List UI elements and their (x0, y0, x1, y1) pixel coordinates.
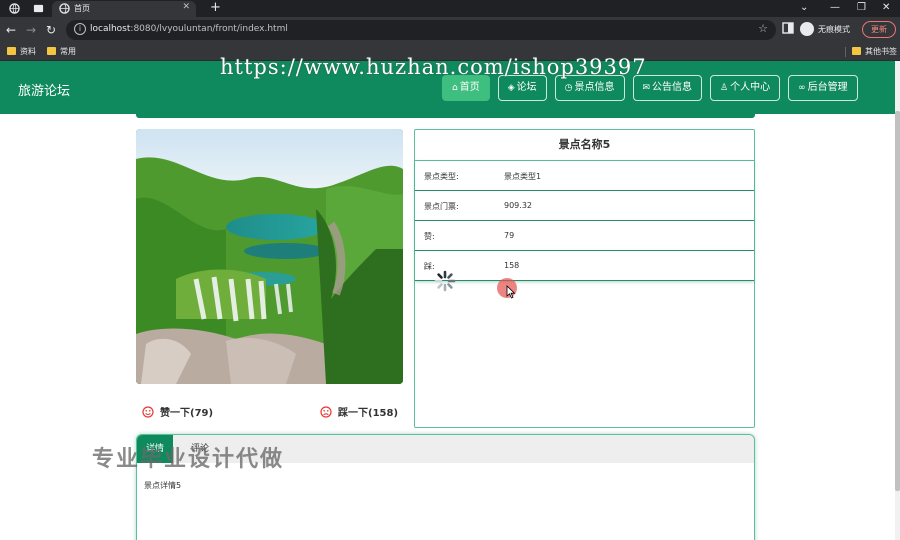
info-row-likes: 赞: 79 (415, 221, 754, 251)
scrollbar[interactable] (895, 61, 900, 540)
address-bar[interactable]: i localhost:8080/lvyouluntan/front/index… (66, 20, 776, 40)
bookmark-folder[interactable]: 资料 (7, 46, 36, 58)
mouse-cursor-icon (506, 285, 516, 299)
detail-content: 景点详情5 (144, 481, 182, 490)
user-icon: ♙ (720, 83, 729, 93)
update-button[interactable]: 更新 (862, 21, 896, 38)
info-row-ticket: 景点门票: 909.32 (415, 191, 754, 221)
site-title: 旅游论坛 (18, 84, 71, 99)
other-bookmarks[interactable]: 其他书签 (852, 46, 897, 58)
browser-tab-home[interactable]: 首页 ✕ (52, 1, 196, 17)
like-button[interactable]: 赞一下(79) (142, 404, 213, 419)
scrollbar-thumb[interactable] (895, 111, 900, 491)
info-row-dislikes: 踩: 158 (415, 251, 754, 281)
minimize-icon[interactable]: — (830, 0, 840, 16)
nav-admin[interactable]: ∞ 后台管理 (788, 75, 858, 101)
close-icon[interactable]: ✕ (182, 2, 190, 12)
globe-icon (59, 3, 70, 14)
info-label: 景点类型: (424, 172, 459, 181)
side-panel-icon[interactable] (782, 22, 794, 34)
info-row-type: 景点类型: 景点类型1 (415, 161, 754, 191)
new-tab-button[interactable]: + (210, 0, 221, 16)
sad-icon (320, 406, 332, 418)
dislike-button[interactable]: 踩一下(158) (320, 404, 398, 419)
forward-icon[interactable]: → (26, 21, 36, 39)
scenic-name: 景点名称5 (415, 130, 754, 161)
browser-toolbar: ← → ↻ i localhost:8080/lvyouluntan/front… (0, 17, 900, 43)
folder-icon (47, 47, 56, 55)
clock-icon: ◷ (564, 83, 573, 93)
nav-profile[interactable]: ♙ 个人中心 (710, 75, 781, 101)
incognito-avatar[interactable] (800, 22, 814, 36)
close-window-icon[interactable]: ✕ (882, 0, 890, 16)
tab-overview-icon[interactable] (33, 3, 44, 14)
layers-icon: ◈ (507, 83, 515, 93)
home-icon: ⌂ (452, 83, 458, 93)
folder-icon (852, 47, 861, 55)
globe-icon[interactable] (9, 3, 20, 14)
browser-tab-title: 首页 (74, 4, 90, 13)
folder-icon (7, 47, 16, 55)
info-value: 景点类型1 (504, 172, 542, 181)
info-value: 158 (504, 261, 520, 270)
dislike-label: 踩一下(158) (338, 408, 399, 419)
info-label: 赞: (424, 232, 435, 241)
header-underline (136, 114, 755, 118)
reload-icon[interactable]: ↻ (46, 21, 56, 39)
incognito-label: 无痕模式 (818, 25, 850, 34)
info-value: 909.32 (504, 201, 532, 210)
mail-icon: ✉ (642, 83, 651, 93)
address-url: localhost:8080/lvyouluntan/front/index.h… (90, 24, 288, 34)
bookmark-star-icon[interactable]: ☆ (758, 22, 768, 35)
link-icon: ∞ (798, 83, 806, 93)
restore-icon[interactable]: ❐ (857, 0, 866, 16)
info-label: 景点门票: (424, 202, 459, 211)
tab-search-icon[interactable]: ⌄ (800, 0, 808, 16)
back-icon[interactable]: ← (6, 21, 16, 39)
smile-icon (142, 406, 154, 418)
scenic-info-panel: 景点名称5 景点类型: 景点类型1 景点门票: 909.32 赞: 79 踩: … (414, 129, 755, 428)
scenic-photo (136, 129, 403, 384)
like-label: 赞一下(79) (160, 408, 214, 419)
watermark-text: 专业毕业设计代做 (92, 447, 285, 472)
browser-tab-strip: 首页 ✕ + ⌄ — ❐ ✕ (0, 0, 900, 17)
loading-spinner-icon (434, 270, 456, 292)
bookmark-folder[interactable]: 常用 (47, 46, 76, 58)
info-value: 79 (504, 231, 515, 240)
bookmarks-divider (845, 47, 846, 57)
watermark-url: https://www.huzhan.com/ishop39397 (220, 55, 647, 79)
site-info-icon[interactable]: i (74, 23, 86, 35)
